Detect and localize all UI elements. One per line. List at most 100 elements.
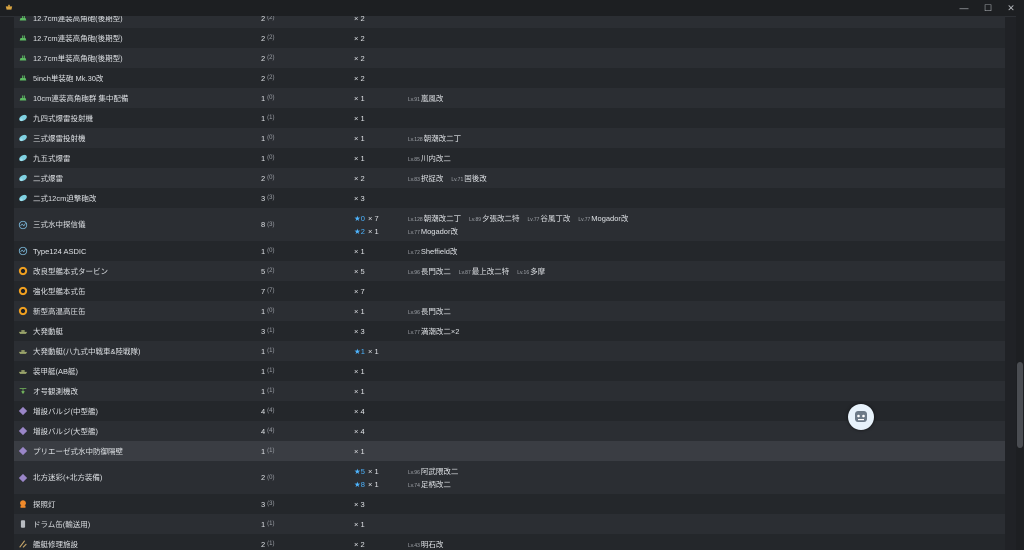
improvement-star: ★0 <box>354 213 365 223</box>
scrollbar-thumb[interactable] <box>1017 362 1023 448</box>
asw-icon <box>17 188 29 208</box>
ship-level: Lv.87 <box>458 269 471 276</box>
unequipped-count: (1) <box>267 115 275 121</box>
ship-level: Lv.128 <box>408 216 423 223</box>
unequipped-count: (0) <box>267 95 275 101</box>
turbine-icon <box>17 261 29 281</box>
ship-level: Lv.96 <box>408 269 420 276</box>
equipment-name: 艦艇修理施設 <box>33 539 78 549</box>
equipment-count: 1 (1) <box>261 446 275 456</box>
ship-level: Lv.77 <box>578 216 591 223</box>
equipment-row[interactable]: プリエーゼ式水中防御隔壁 1 (1) × 1 <box>14 441 1005 461</box>
unequipped-count: (7) <box>267 288 275 294</box>
equipment-row[interactable]: Type124 ASDIC 1 (0) × 1 Lv.72 Sheffield改 <box>14 241 1005 261</box>
multiplier: × 2 <box>354 53 365 63</box>
ship-level: Lv.77 <box>408 329 420 336</box>
sonar-icon <box>17 241 29 261</box>
title-bar: — ☐ ✕ <box>0 0 1024 17</box>
equipment-row[interactable]: 三式爆雷投射機 1 (0) × 1 Lv.128 朝潮改二丁 <box>14 128 1005 148</box>
app-icon <box>5 4 13 10</box>
multiplier-column: × 1 <box>354 441 365 461</box>
equipment-row[interactable]: 九四式爆雷投射機 1 (1) × 1 <box>14 108 1005 128</box>
equipment-row[interactable]: 12.7cm連装高角砲(後期型) 2 (2) × 2 <box>14 16 1005 28</box>
equipment-row[interactable]: 艦艇修理施設 2 (1) × 2 Lv.43 明石改 <box>14 534 1005 550</box>
equipment-row[interactable]: 12.7cm単装高角砲(後期型) 2 (2) × 2 <box>14 48 1005 68</box>
ship-list: Lv.83 択捉改 Lv.71 国後改 <box>408 168 495 188</box>
multiplier-column: × 1 <box>354 88 365 108</box>
ship-entry: Lv.71 国後改 <box>451 173 486 184</box>
equipment-row[interactable]: 三式水中探信儀 8 (3) ★0 × 7 ★2 × 1 Lv.128 朝潮改二丁 Lv.89 夕… <box>14 208 1005 241</box>
equipment-name: 二式12cm迫撃砲改 <box>33 193 97 203</box>
unequipped-count: (1) <box>267 448 275 454</box>
multiplier-column: × 1 <box>354 128 365 148</box>
asw-icon <box>17 128 29 148</box>
equipment-count: 1 (0) <box>261 306 275 316</box>
multiplier: × 1 <box>354 519 365 529</box>
multiplier-column: × 3 <box>354 321 365 341</box>
ship-entry: Lv.16 多摩 <box>517 266 545 277</box>
equipment-row[interactable]: 12.7cm連装高角砲(後期型) 2 (2) × 2 <box>14 28 1005 48</box>
maximize-button[interactable]: ☐ <box>982 2 994 14</box>
equipment-row[interactable]: 二式12cm迫撃砲改 3 (3) × 3 <box>14 188 1005 208</box>
multiplier: × 1 <box>368 226 379 236</box>
equipment-row[interactable]: 探照灯 3 (3) × 3 <box>14 494 1005 514</box>
close-button[interactable]: ✕ <box>1005 2 1017 14</box>
ship-entry: Lv.128 朝潮改二丁 <box>408 213 461 224</box>
unequipped-count: (4) <box>267 428 275 434</box>
equipment-name: 探照灯 <box>33 499 56 509</box>
improvement-star: ★1 <box>354 346 365 356</box>
unequipped-count: (1) <box>267 388 275 394</box>
ship-name: 谷風丁改 <box>540 213 571 223</box>
multiplier: × 1 <box>354 306 365 316</box>
repair-icon <box>17 534 29 550</box>
equipment-row[interactable]: 10cm連装高角砲群 集中配備 1 (0) × 1 Lv.91 嵐風改 <box>14 88 1005 108</box>
equipment-row[interactable]: 北方迷彩(+北方装備) 2 (0) ★5 × 1 ★8 × 1 Lv.96 阿武隈改二 Lv.… <box>14 461 1005 494</box>
ship-name: 足柄改二 <box>420 479 451 489</box>
ship-list: Lv.77 満潮改二×2 <box>408 321 467 341</box>
multiplier-column: × 5 <box>354 261 365 281</box>
equipment-row[interactable]: 装甲艇(AB艇) 1 (1) × 1 <box>14 361 1005 381</box>
ship-level: Lv.43 <box>408 542 420 549</box>
equipment-count: 2 (2) <box>261 53 275 63</box>
equipment-name: オ号観測機改 <box>33 386 78 396</box>
multiplier-column: ★5 × 1 ★8 × 1 <box>354 461 379 494</box>
equipment-row[interactable]: 5inch単装砲 Mk.30改 2 (2) × 2 <box>14 68 1005 88</box>
turbine-icon <box>17 301 29 321</box>
equipment-count: 1 (0) <box>261 133 275 143</box>
ship-level: Lv.128 <box>408 136 423 143</box>
ship-level: Lv.74 <box>408 482 420 489</box>
equipment-list-view: 12.7cm連装高角砲(後期型) 2 (2) × 2 12.7cm連装高角砲(後期型) 2… <box>0 16 1016 550</box>
bulge-icon <box>17 421 29 441</box>
equipment-row[interactable]: 九五式爆雷 1 (0) × 1 Lv.85 川内改二 <box>14 148 1005 168</box>
ship-list: Lv.91 嵐風改 <box>408 88 451 108</box>
improvement-star: ★5 <box>354 466 365 476</box>
improvement-star: ★8 <box>354 479 365 489</box>
equipment-row[interactable]: 強化型艦本式缶 7 (7) × 7 <box>14 281 1005 301</box>
unequipped-count: (3) <box>267 195 275 201</box>
multiplier: × 7 <box>368 213 379 223</box>
multiplier-column: × 1 <box>354 148 365 168</box>
equipment-name: 10cm連装高角砲群 集中配備 <box>33 93 129 103</box>
autogyro-icon <box>17 381 29 401</box>
ship-list: Lv.96 長門改二 Lv.87 最上改二特 Lv.16 多摩 <box>408 261 553 281</box>
minimize-button[interactable]: — <box>958 2 970 14</box>
ship-entry: Lv.91 嵐風改 <box>408 93 443 104</box>
unequipped-count: (0) <box>267 155 275 161</box>
equipment-row[interactable]: 二式爆雷 2 (0) × 2 Lv.83 択捉改 Lv.71 国後改 <box>14 168 1005 188</box>
equipment-row[interactable]: 大発動艇(八九式中戦車&陸戦隊) 1 (1) ★1 × 1 <box>14 341 1005 361</box>
multiplier: × 1 <box>354 246 365 256</box>
equipment-row[interactable]: オ号観測機改 1 (1) × 1 <box>14 381 1005 401</box>
ship-entry: Lv.72 Sheffield改 <box>408 246 457 257</box>
equipment-row[interactable]: ドラム缶(輸送用) 1 (1) × 1 <box>14 514 1005 534</box>
equipment-row[interactable]: 改良型艦本式タービン 5 (2) × 5 Lv.96 長門改二 Lv.87 最上改二特 Lv.1… <box>14 261 1005 281</box>
equipment-count: 4 (4) <box>261 426 275 436</box>
multiplier: × 3 <box>354 193 365 203</box>
equipment-row[interactable]: 新型高温高圧缶 1 (0) × 1 Lv.96 長門改二 <box>14 301 1005 321</box>
equipment-name: 新型高温高圧缶 <box>33 306 86 316</box>
scrollbar[interactable] <box>1016 16 1024 550</box>
equipment-row[interactable]: 大発動艇 3 (1) × 3 Lv.77 満潮改二×2 <box>14 321 1005 341</box>
assistant-button[interactable] <box>848 404 874 430</box>
ship-list: Lv.43 明石改 <box>408 534 451 550</box>
equipment-name: 装甲艇(AB艇) <box>33 366 78 376</box>
ship-entry: Lv.85 川内改二 <box>408 153 451 164</box>
